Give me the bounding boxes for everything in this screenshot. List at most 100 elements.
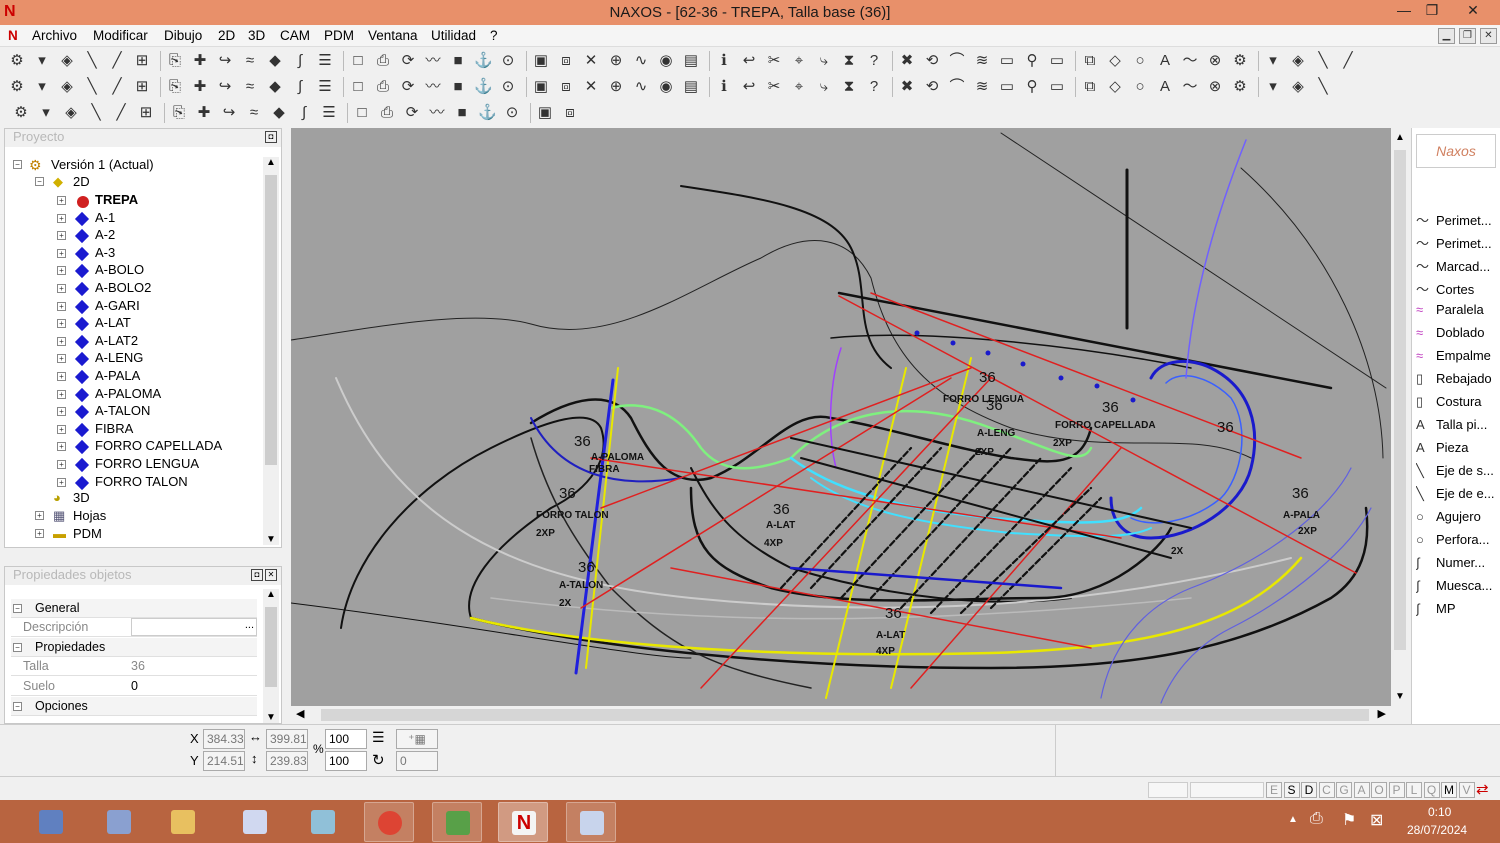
toolbar-tool-button[interactable]: ▾ [1264,52,1282,70]
toolbar-tool-button[interactable]: ▭ [1048,52,1066,70]
toolbar-tool-button[interactable]: ∿ [632,78,650,96]
menu-pdm[interactable]: PDM [324,25,354,43]
tree-expand-icon[interactable]: + [57,231,66,241]
toolbar-tool-button[interactable]: ⚓ [478,104,497,122]
toolbar-tool-button[interactable]: ⤷ [815,78,833,96]
toolbar-tool-button[interactable]: ⧗ [840,78,858,96]
panel-close-button[interactable]: ✕ [265,569,277,581]
scroll-up-icon[interactable]: ▲ [263,157,279,168]
toolbar-tool-button[interactable]: ◈ [58,78,76,96]
toolbar-tool-button[interactable]: ⊗ [1206,52,1224,70]
tree-expand-icon[interactable]: + [57,460,66,469]
toolbar-tool-button[interactable]: 〜 [1181,78,1199,96]
menu-utilidad[interactable]: Utilidad [431,25,476,43]
tree-item-fibra[interactable]: FIBRA [95,421,133,436]
tree-item-a-3[interactable]: A-3 [95,245,115,260]
toolbar-tool-button[interactable]: ▾ [33,78,51,96]
toolbar-tool-button[interactable]: ▭ [998,78,1016,96]
toolbar-tool-button[interactable]: ℹ [715,52,733,70]
toolbar-tool-button[interactable]: ◇ [1106,52,1124,70]
canvas-vscrollbar[interactable]: ▲ ▼ [1391,128,1409,706]
network-icon[interactable]: ⊠ [1370,810,1383,830]
menu-2d[interactable]: 2D [218,25,235,43]
drawing-canvas[interactable]: 36 36 36 36 36 36 36 36 36 36 FORRO LENG… [291,128,1391,706]
toolbar-tool-button[interactable]: ↪ [216,52,234,70]
toolbar-tool-button[interactable]: 〰 [424,52,442,70]
toolbar-tool-button[interactable]: ▤ [682,52,700,70]
toolbar-tool-button[interactable]: ∫ [291,52,309,70]
tool-rebajado[interactable]: ▯ Rebajado [1416,371,1500,393]
toolbar-tool-button[interactable]: ? [865,78,883,96]
toolbar-tool-button[interactable]: ○ [1131,78,1149,96]
status-toggle-q[interactable]: Q [1423,782,1440,798]
toolbar-tool-button[interactable]: ⟳ [399,52,417,70]
status-toggle-g[interactable]: G [1336,782,1352,798]
toolbar-tool-button[interactable]: ◉ [657,78,675,96]
toolbar-tool-button[interactable]: A [1156,78,1174,96]
tool-pieza[interactable]: A Pieza [1416,440,1500,462]
toolbar-tool-button[interactable]: ⎙ [374,78,392,96]
rotate-icon[interactable]: ↻ [372,751,392,771]
toolbar-tool-button[interactable]: ⧈ [557,52,575,70]
toolbar-tool-button[interactable]: ⎘ [166,52,184,70]
properties-scrollbar[interactable]: ▲ ▼ [263,589,279,723]
tree-item-a-2[interactable]: A-2 [95,227,115,242]
toolbar-tool-button[interactable]: ≈ [241,78,259,96]
tree-expand-icon[interactable]: + [57,424,66,434]
toolbar-tool-button[interactable]: ⊙ [503,104,521,122]
tree-expand-icon[interactable]: + [57,477,66,487]
toolbar-tool-button[interactable]: ⊙ [499,52,517,70]
tool-perimet[interactable]: 〜 Perimet... [1416,233,1500,255]
tool-numer[interactable]: ∫ Numer... [1416,555,1500,577]
mdi-restore-button[interactable]: ❐ [1459,28,1476,44]
toolbar-tool-button[interactable]: ⚙ [8,52,26,70]
toolbar-tool-button[interactable]: ◈ [58,52,76,70]
tool-marcad[interactable]: 〜 Marcad... [1416,256,1500,278]
toolbar-tool-button[interactable]: ? [865,52,883,70]
tool-costura[interactable]: ▯ Costura [1416,394,1500,416]
toolbar-tool-button[interactable]: A [1156,52,1174,70]
toolbar-tool-button[interactable]: ▭ [1048,78,1066,96]
toolbar-tool-button[interactable]: ⟳ [399,78,417,96]
toolbar-tool-button[interactable]: ▣ [532,78,550,96]
toolbar-tool-button[interactable]: ⊕ [607,78,625,96]
descripcion-field[interactable]: ... [131,618,257,636]
taskbar-app-9[interactable] [566,802,616,842]
tree-expand-icon[interactable]: + [57,284,66,293]
menu-ventana[interactable]: Ventana [368,25,418,43]
panel-pin-button[interactable]: ◘ [251,569,263,581]
status-toggle-s[interactable]: S [1283,782,1300,798]
scroll-down-icon[interactable]: ▼ [263,534,279,545]
tool-mp[interactable]: ∫ MP [1416,601,1500,623]
toolbar-tool-button[interactable]: ◇ [1106,78,1124,96]
menu-modificar[interactable]: Modificar [93,25,148,43]
toolbar-tool-button[interactable]: ◉ [657,52,675,70]
menu-cam[interactable]: CAM [280,25,310,43]
status-toggle-l[interactable]: L [1406,782,1422,798]
toolbar-tool-button[interactable]: ◆ [266,78,284,96]
tree-item-a-lat[interactable]: A-LAT [95,315,131,330]
tree-expand-icon[interactable]: + [57,301,66,311]
align-button[interactable]: ☰ [372,729,392,749]
toolbar-tool-button[interactable]: ⤷ [815,52,833,70]
prop-suelo-value[interactable]: 0 [131,679,138,693]
toolbar-tool-button[interactable]: ≋ [973,78,991,96]
toolbar-tool-button[interactable]: □ [349,78,367,96]
toolbar-tool-button[interactable]: 〜 [1181,52,1199,70]
tree-root[interactable]: Versión 1 (Actual) [51,157,154,172]
toolbar-tool-button[interactable]: ╲ [1314,52,1332,70]
tree-expand-icon[interactable]: + [57,248,66,258]
toolbar-tool-button[interactable]: ℹ [715,78,733,96]
tree-expand-icon[interactable]: + [35,511,44,520]
taskbar-chrome[interactable] [364,802,414,842]
tree-expand-icon[interactable]: + [35,529,44,538]
toolbar-tool-button[interactable]: ☰ [316,78,334,96]
toolbar-tool-button[interactable]: ⊙ [499,78,517,96]
close-button[interactable]: ✕ [1456,2,1490,19]
toolbar-tool-button[interactable]: ⚙ [12,104,30,122]
tool-cortes[interactable]: 〜 Cortes [1416,279,1500,301]
toolbar-tool-button[interactable]: ○ [1131,52,1149,70]
toolbar-tool-button[interactable]: ▣ [532,52,550,70]
toolbar-tool-button[interactable]: ⌖ [790,52,808,70]
toolbar-tool-button[interactable]: ⟲ [923,52,941,70]
